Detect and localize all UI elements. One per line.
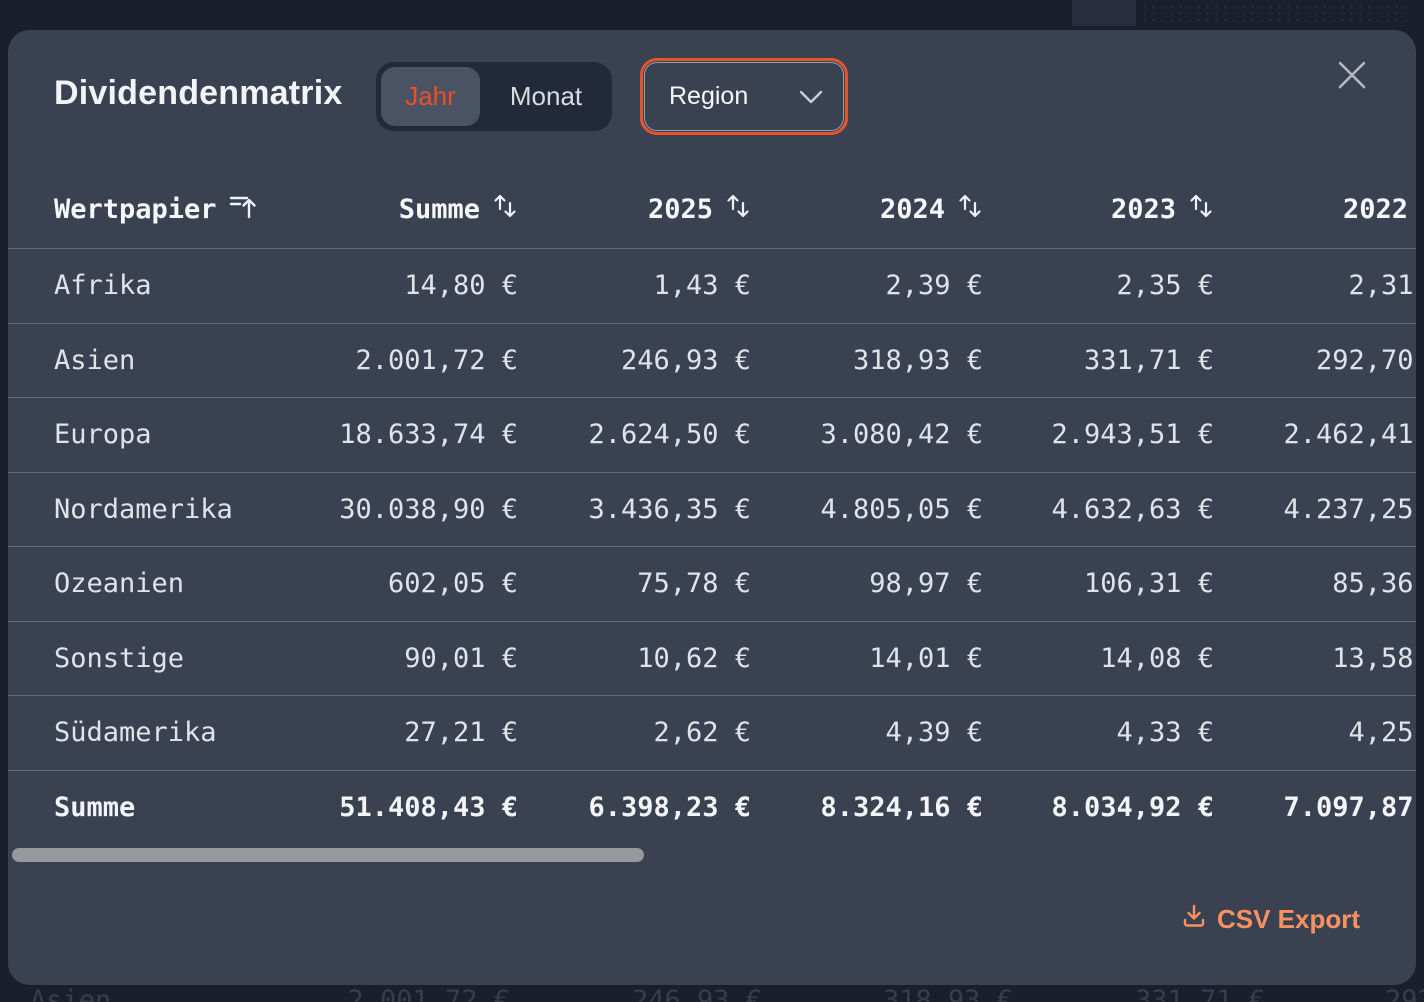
csv-export-label: CSV Export (1217, 904, 1360, 935)
period-toggle: Jahr Monat (376, 62, 612, 131)
row-name: Summe (8, 792, 318, 823)
region-dropdown-label: Region (669, 82, 748, 111)
cell-2024: 3.080,42 € (751, 419, 983, 450)
table-row: Südamerika 27,21 € 2,62 € 4,39 € 4,33 € … (8, 695, 1416, 770)
row-name: Asien (8, 345, 318, 376)
table-row: Ozeanien 602,05 € 75,78 € 98,97 € 106,31… (8, 546, 1416, 621)
cell-summe: 18.633,74 € (318, 419, 518, 450)
sort-ascending-icon (229, 193, 257, 226)
cell-summe: 51.408,43 € (318, 792, 518, 823)
row-name: Südamerika (8, 717, 318, 748)
cell-2023: 2.943,51 € (983, 419, 1214, 450)
column-header-wertpapier[interactable]: Wertpapier (8, 193, 318, 226)
background-table-row: Asien 2.001,72 € 246,93 € 318,93 € 331,7… (0, 985, 1424, 1002)
cell-2025: 75,78 € (518, 568, 751, 599)
cell-2025: 10,62 € (518, 643, 751, 674)
cell-2024: 98,97 € (751, 568, 983, 599)
background-row-value: 292,70 € (1385, 985, 1424, 1002)
cell-2025: 3.436,35 € (518, 494, 751, 525)
table-row: Asien 2.001,72 € 246,93 € 318,93 € 331,7… (8, 323, 1416, 398)
table-total-row: Summe 51.408,43 € 6.398,23 € 8.324,16 € … (8, 770, 1416, 845)
column-header-label: Summe (399, 194, 480, 225)
sort-updown-icon (1188, 192, 1214, 227)
background-row-value: 2.001,72 € (347, 985, 510, 1002)
column-header-label: Wertpapier (54, 194, 217, 225)
column-header-label: 2023 (1111, 194, 1176, 225)
table-row: Nordamerika 30.038,90 € 3.436,35 € 4.805… (8, 472, 1416, 547)
background-row-name: Asien (30, 985, 111, 1002)
cell-summe: 602,05 € (318, 568, 518, 599)
column-header-label: 2024 (880, 194, 945, 225)
column-header-2023[interactable]: 2023 (983, 192, 1214, 227)
row-name: Afrika (8, 270, 318, 301)
cell-2023: 4.632,63 € (983, 494, 1214, 525)
column-header-2025[interactable]: 2025 (518, 192, 751, 227)
cell-2025: 2.624,50 € (518, 419, 751, 450)
column-header-summe[interactable]: Summe (318, 192, 518, 227)
sort-updown-icon (492, 192, 518, 227)
csv-export-button[interactable]: CSV Export (1175, 902, 1366, 937)
column-header-label: 2022 (1343, 194, 1408, 225)
matrix-table: Wertpapier Summe (8, 170, 1416, 850)
table-header-row: Wertpapier Summe (8, 170, 1416, 248)
modal-title: Dividendenmatrix (54, 74, 343, 113)
cell-2022: 7.097,87 € (1214, 792, 1416, 823)
cell-2024: 2,39 € (751, 270, 983, 301)
row-name: Sonstige (8, 643, 318, 674)
cell-summe: 27,21 € (318, 717, 518, 748)
row-name: Ozeanien (8, 568, 318, 599)
background-row-value: 331,71 € (1135, 985, 1265, 1002)
cell-2024: 318,93 € (751, 345, 983, 376)
horizontal-scrollbar-thumb[interactable] (12, 848, 644, 862)
background-row-value: 318,93 € (883, 985, 1013, 1002)
sort-updown-icon (725, 192, 751, 227)
column-header-2022[interactable]: 2022 (1214, 192, 1416, 227)
cell-2025: 2,62 € (518, 717, 751, 748)
cell-summe: 14,80 € (318, 270, 518, 301)
table-row: Sonstige 90,01 € 10,62 € 14,01 € 14,08 €… (8, 621, 1416, 696)
cell-2024: 14,01 € (751, 643, 983, 674)
cell-2023: 14,08 € (983, 643, 1214, 674)
toggle-option-monat[interactable]: Monat (480, 67, 612, 126)
backdrop-dotted-artifact (1140, 3, 1408, 23)
download-icon (1181, 903, 1207, 936)
cell-2023: 4,33 € (983, 717, 1214, 748)
cell-2025: 246,93 € (518, 345, 751, 376)
cell-2023: 8.034,92 € (983, 792, 1214, 823)
column-header-2024[interactable]: 2024 (751, 192, 983, 227)
cell-summe: 2.001,72 € (318, 345, 518, 376)
cell-2022: 13,58 € (1214, 643, 1416, 674)
row-name: Europa (8, 419, 318, 450)
dividend-matrix-modal: Dividendenmatrix Jahr Monat Region Wertp… (8, 30, 1416, 985)
backdrop-artifact (1072, 0, 1136, 26)
row-name: Nordamerika (8, 494, 318, 525)
cell-2022: 4.237,25 € (1214, 494, 1416, 525)
cell-2022: 2.462,41 € (1214, 419, 1416, 450)
cell-2025: 6.398,23 € (518, 792, 751, 823)
toggle-option-jahr[interactable]: Jahr (381, 67, 480, 126)
sort-updown-icon (957, 192, 983, 227)
cell-summe: 90,01 € (318, 643, 518, 674)
chevron-down-icon (799, 82, 823, 111)
cell-2022: 292,70 € (1214, 345, 1416, 376)
cell-2023: 2,35 € (983, 270, 1214, 301)
table-row: Afrika 14,80 € 1,43 € 2,39 € 2,35 € 2,31… (8, 248, 1416, 323)
region-dropdown[interactable]: Region (644, 62, 844, 131)
cell-2025: 1,43 € (518, 270, 751, 301)
background-row-value: 246,93 € (632, 985, 762, 1002)
cell-2023: 106,31 € (983, 568, 1214, 599)
cell-2022: 85,36 € (1214, 568, 1416, 599)
close-button[interactable] (1330, 54, 1374, 98)
cell-2024: 4,39 € (751, 717, 983, 748)
cell-2024: 8.324,16 € (751, 792, 983, 823)
cell-2023: 331,71 € (983, 345, 1214, 376)
column-header-label: 2025 (648, 194, 713, 225)
cell-2024: 4.805,05 € (751, 494, 983, 525)
cell-2022: 4,25 € (1214, 717, 1416, 748)
cell-2022: 2,31 € (1214, 270, 1416, 301)
table-row: Europa 18.633,74 € 2.624,50 € 3.080,42 €… (8, 397, 1416, 472)
close-icon (1335, 80, 1369, 95)
cell-summe: 30.038,90 € (318, 494, 518, 525)
